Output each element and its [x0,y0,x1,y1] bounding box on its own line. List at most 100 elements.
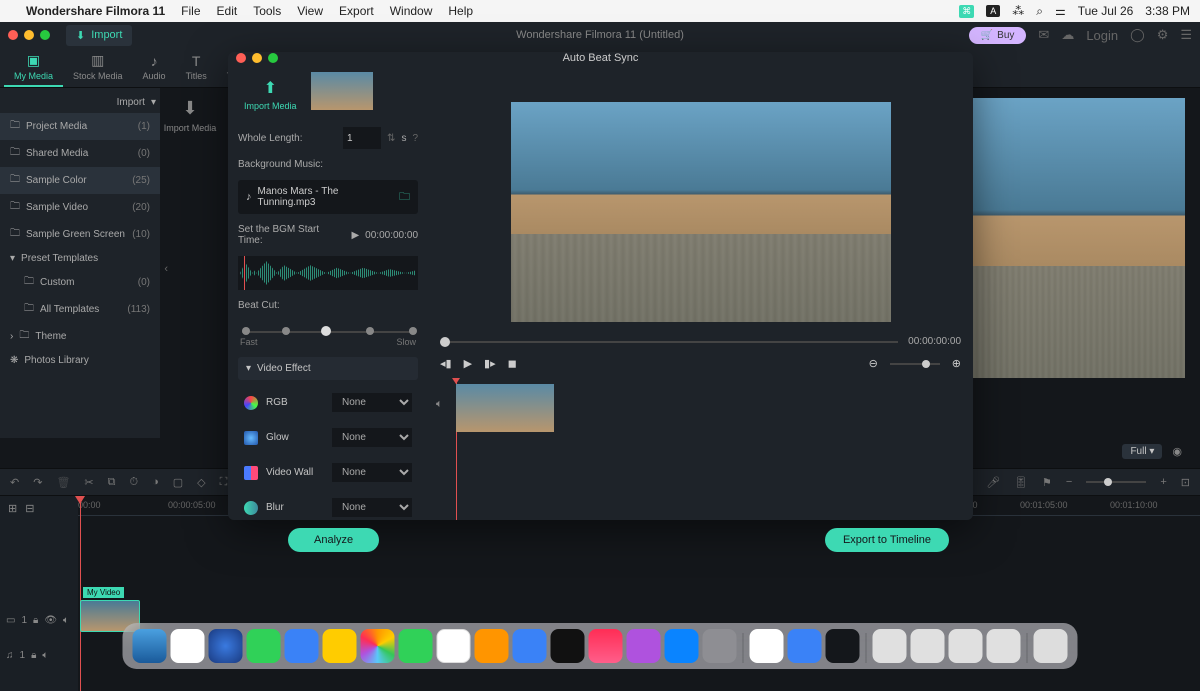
import-media-button[interactable]: ⬇︎ Import Media [164,98,217,133]
mixer-icon[interactable]: 🎚︎ [1014,476,1028,489]
bgm-waveform[interactable] [238,256,418,290]
tab-titles[interactable]: TTitles [176,49,217,87]
bell-icon[interactable]: ◯ [1130,27,1145,43]
dock-music-icon[interactable] [589,629,623,663]
menu-tools[interactable]: Tools [253,4,281,18]
crop-icon[interactable]: ⧉ [108,476,116,489]
snapshot-icon[interactable]: ◉ [1172,445,1182,458]
mic-icon[interactable]: 🎤︎ [986,476,1000,489]
stop-icon[interactable]: ◼ [508,357,517,370]
dock-photos-icon[interactable] [361,629,395,663]
collapse-sidebar-icon[interactable]: ‹ [164,263,168,275]
modal-preview-video[interactable] [511,102,891,322]
dock-trash-icon[interactable] [1034,629,1068,663]
dock-mail-icon[interactable] [285,629,319,663]
time[interactable]: 3:38 PM [1145,4,1190,18]
fx-rgb-select[interactable]: None [332,393,412,412]
folder-open-icon[interactable]: 🗀 [399,188,410,207]
tab-my-media[interactable]: ▣My Media [4,48,63,87]
menu-view[interactable]: View [297,4,323,18]
modal-traffic-lights[interactable] [236,53,294,63]
green-screen-icon[interactable]: ▢ [173,476,183,489]
dock-finder-icon[interactable] [133,629,167,663]
menu-window[interactable]: Window [390,4,433,18]
analyze-button[interactable]: Analyze [288,528,379,552]
mute-icon[interactable]: 🔈︎ [63,615,69,626]
zoom-slider[interactable] [1086,481,1146,483]
vol-up-icon[interactable]: ⊕ [952,357,961,370]
sidebar-item-sample-video[interactable]: 🗀Sample Video(20) [0,194,160,221]
modal-import-media-button[interactable]: ⬆︎ Import Media [238,72,303,117]
delete-icon[interactable]: 🗑 [56,476,70,489]
video-track-header[interactable]: ▭1 🔒︎ 👁︎ 🔈︎ [0,600,78,640]
playhead[interactable] [80,496,81,691]
speaker-icon[interactable]: 🔈︎ [436,398,443,411]
vol-down-icon[interactable]: ⊖ [869,357,878,370]
add-track-icon[interactable]: ⊞ [8,502,17,515]
menu-file[interactable]: File [181,4,200,18]
sidebar-item-all-templates[interactable]: 🗀All Templates(113) [0,296,160,323]
fx-glow-select[interactable]: None [332,428,412,447]
sidebar-item-sample-green[interactable]: 🗀Sample Green Screen(10) [0,221,160,248]
import-dropdown[interactable]: Import ▾ [0,92,160,113]
status-icon[interactable]: ⌘ [959,5,974,18]
settings-icon[interactable]: ⚙︎ [1157,27,1169,43]
modal-timeline-clip[interactable] [456,384,554,432]
dock-doc1-icon[interactable] [873,629,907,663]
menu-edit[interactable]: Edit [217,4,238,18]
track-options-icon[interactable]: ⊟ [25,502,34,515]
import-button[interactable]: ⬇︎ Import [66,25,132,46]
mute-icon[interactable]: 🔈︎ [42,650,48,661]
speed-icon[interactable]: ⏱ [129,476,138,489]
close-window-icon[interactable] [8,30,18,40]
keyframe-icon[interactable]: ◇ [197,476,205,489]
status-a-icon[interactable]: A [986,5,1000,17]
modal-timeline[interactable]: 🔈︎ [440,378,961,520]
color-icon[interactable]: ◑ [152,476,159,488]
play-icon[interactable]: ▶ [464,357,472,370]
dock-messages-icon[interactable] [247,629,281,663]
dock-filmora-icon[interactable] [826,629,860,663]
dock-safari-icon[interactable] [209,629,243,663]
sidebar-item-theme[interactable]: ›🗀Theme [0,323,160,350]
minimize-window-icon[interactable] [24,30,34,40]
dock-notes-icon[interactable] [323,629,357,663]
next-frame-icon[interactable]: ▮▸ [484,357,496,370]
split-icon[interactable]: ✂︎ [84,476,93,489]
menu-help[interactable]: Help [448,4,473,18]
stepper-icon[interactable]: ⇅ [387,133,395,144]
message-icon[interactable]: ✉︎ [1038,27,1049,43]
sidebar-item-project-media[interactable]: 🗀Project Media(1) [0,113,160,140]
modal-maximize-icon[interactable] [268,53,278,63]
visibility-icon[interactable]: 👁︎ [44,615,57,626]
volume-slider[interactable] [890,363,940,365]
audio-track-header[interactable]: ♫1 🔒︎ 🔈︎ [0,640,78,670]
dock-pdf-icon[interactable] [788,629,822,663]
cloud-icon[interactable]: ☁︎ [1061,27,1074,43]
lock-icon[interactable]: 🔒︎ [31,650,36,661]
prev-frame-icon[interactable]: ◂▮ [440,357,452,370]
dock-doc4-icon[interactable] [987,629,1021,663]
export-to-timeline-button[interactable]: Export to Timeline [825,528,949,552]
app-name[interactable]: Wondershare Filmora 11 [26,4,165,18]
login-link[interactable]: Login [1086,28,1118,43]
menu-export[interactable]: Export [339,4,374,18]
whole-length-input[interactable]: 1 [343,127,381,149]
dock-doc3-icon[interactable] [949,629,983,663]
bgm-file-row[interactable]: ♪ Manos Mars - The Tunning.mp3 🗀 [238,180,418,214]
dock-appstore-icon[interactable] [665,629,699,663]
search-icon[interactable]: ⌕ [1036,4,1043,19]
window-traffic-lights[interactable] [8,30,50,40]
dock-contacts-icon[interactable] [513,629,547,663]
modal-scrub-bar[interactable] [440,341,898,343]
dock-calendar-icon[interactable] [437,629,471,663]
maximize-window-icon[interactable] [40,30,50,40]
waveform-cursor[interactable] [244,256,245,290]
zoom-in-icon[interactable]: + [1160,476,1166,488]
tab-audio[interactable]: ♪Audio [133,49,176,87]
dock-launchpad-icon[interactable] [171,629,205,663]
tab-stock-media[interactable]: ▥Stock Media [63,48,133,87]
sidebar-item-shared-media[interactable]: 🗀Shared Media(0) [0,140,160,167]
dock-reminders-icon[interactable] [475,629,509,663]
buy-button[interactable]: 🛒Buy [969,27,1027,44]
